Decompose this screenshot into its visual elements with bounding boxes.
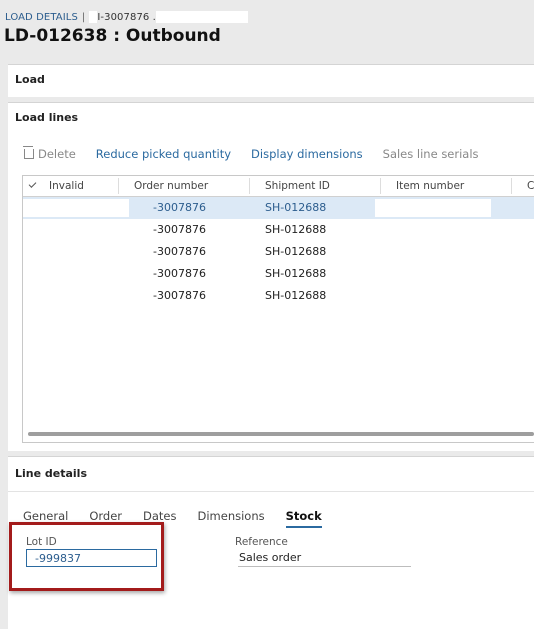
shipment-id-cell[interactable]: SH-012688 xyxy=(265,263,326,285)
load-section[interactable]: Load xyxy=(8,64,534,97)
shipment-id-cell[interactable]: SH-012688 xyxy=(265,219,326,241)
column-divider xyxy=(511,178,512,194)
column-divider xyxy=(118,178,119,194)
order-number-cell[interactable]: -3007876 xyxy=(153,197,206,219)
column-divider xyxy=(249,178,250,194)
breadcrumb: LOAD DETAILS | I-3007876 . xyxy=(5,11,248,23)
column-divider xyxy=(380,178,381,194)
grid-header: Invalid Order number Shipment ID Item nu… xyxy=(23,176,534,197)
shipment-id-cell[interactable]: SH-012688 xyxy=(265,285,326,307)
order-number-cell[interactable]: -3007876 xyxy=(153,285,206,307)
checkmark-icon[interactable] xyxy=(28,180,37,188)
table-row[interactable]: -3007876 SH-012688 xyxy=(23,197,534,219)
trash-icon xyxy=(23,146,34,159)
redaction xyxy=(155,11,248,23)
display-dimensions-button[interactable]: Display dimensions xyxy=(251,147,363,161)
horizontal-scrollbar[interactable] xyxy=(28,432,534,436)
redaction xyxy=(375,199,491,217)
table-row[interactable]: -3007876 SH-012688 xyxy=(23,241,534,263)
load-lines-toolbar: Delete Reduce picked quantity Display di… xyxy=(23,146,499,161)
column-header-order-number[interactable]: Order number xyxy=(134,176,208,196)
load-lines-grid: Invalid Order number Shipment ID Item nu… xyxy=(22,175,534,443)
order-number-cell[interactable]: -3007876 xyxy=(153,263,206,285)
breadcrumb-load-details-link[interactable]: LOAD DETAILS xyxy=(5,12,78,23)
breadcrumb-record: I-3007876 . xyxy=(97,12,156,23)
reduce-picked-quantity-button[interactable]: Reduce picked quantity xyxy=(96,147,231,161)
reference-value: Sales order xyxy=(238,551,411,567)
page-title: LD-012638 : Outbound xyxy=(4,26,221,46)
highlight-box xyxy=(9,522,164,591)
table-row[interactable]: -3007876 SH-012688 xyxy=(23,219,534,241)
shipment-id-cell[interactable]: SH-012688 xyxy=(265,241,326,263)
column-header-invalid[interactable]: Invalid xyxy=(49,176,84,196)
reference-label: Reference xyxy=(235,536,288,548)
redaction xyxy=(23,199,129,217)
load-section-header[interactable]: Load xyxy=(8,65,534,95)
sales-line-serials-button[interactable]: Sales line serials xyxy=(383,147,479,161)
delete-button[interactable]: Delete xyxy=(23,146,76,161)
table-row[interactable]: -3007876 SH-012688 xyxy=(23,285,534,307)
line-details-header[interactable]: Line details xyxy=(8,457,534,492)
load-lines-section: Load lines Delete Reduce picked quantity… xyxy=(8,102,534,451)
order-number-cell[interactable]: -3007876 xyxy=(153,219,206,241)
order-number-cell[interactable]: -3007876 xyxy=(153,241,206,263)
column-header-c[interactable]: C xyxy=(527,176,534,196)
shipment-id-cell[interactable]: SH-012688 xyxy=(265,197,326,219)
breadcrumb-separator: | xyxy=(81,12,86,23)
column-header-item-number[interactable]: Item number xyxy=(396,176,464,196)
load-lines-header[interactable]: Load lines xyxy=(8,103,534,133)
tab-dimensions[interactable]: Dimensions xyxy=(198,509,265,528)
table-row[interactable]: -3007876 SH-012688 xyxy=(23,263,534,285)
column-header-shipment-id[interactable]: Shipment ID xyxy=(265,176,330,196)
tab-stock[interactable]: Stock xyxy=(285,509,322,528)
